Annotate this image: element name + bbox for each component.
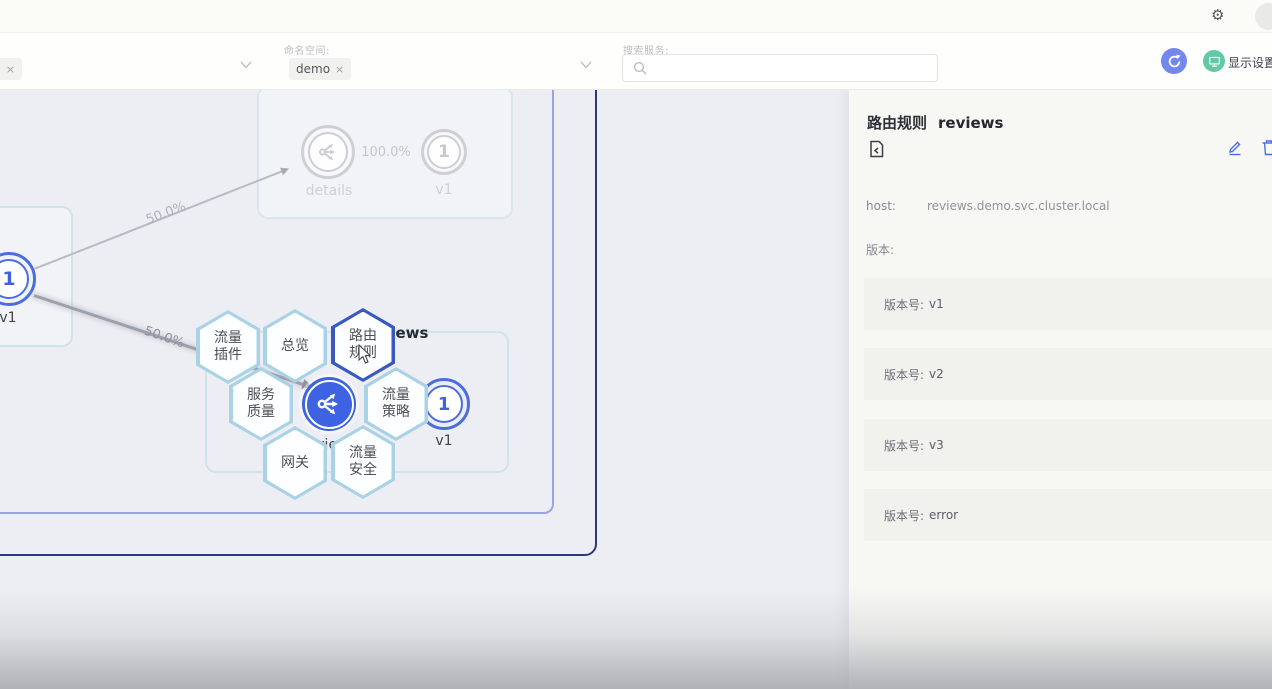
panel-service-name: reviews bbox=[938, 114, 1003, 132]
details-v1-node[interactable]: 1 bbox=[421, 129, 467, 175]
service-mesh-icon bbox=[317, 141, 339, 163]
top-bar: ⚙ bbox=[0, 0, 1272, 33]
chevron-down-icon[interactable] bbox=[580, 61, 592, 69]
namespace-tag-demo[interactable]: demo × bbox=[289, 58, 351, 80]
source-version-label: v1 bbox=[0, 310, 23, 326]
version-row-value: error bbox=[929, 508, 958, 522]
version-row: 版本号: v1 bbox=[864, 278, 1272, 330]
hex-label: 质量 bbox=[247, 404, 275, 421]
version-row-label: 版本号: bbox=[884, 296, 924, 313]
hex-label: 路由 bbox=[349, 328, 377, 345]
version-row-value: v3 bbox=[929, 438, 944, 452]
display-settings-label[interactable]: 显示设置 bbox=[1228, 54, 1272, 71]
hex-label: 策略 bbox=[382, 404, 410, 421]
versions-label: 版本: bbox=[866, 241, 894, 258]
search-input[interactable] bbox=[654, 55, 937, 81]
edit-pencil-icon[interactable] bbox=[1227, 139, 1243, 156]
cluster-select-tag[interactable]: × bbox=[0, 58, 22, 80]
yaml-document-icon[interactable] bbox=[868, 140, 885, 158]
version-row: 版本号: v3 bbox=[864, 419, 1272, 471]
app-root: ⚙ × 命名空间: demo × 搜索服务: bbox=[0, 0, 1272, 689]
details-v1-label: v1 bbox=[430, 182, 458, 198]
reviews-center-node[interactable] bbox=[302, 377, 356, 431]
search-icon bbox=[633, 61, 647, 75]
service-mesh-icon bbox=[315, 390, 343, 418]
version-row-label: 版本号: bbox=[884, 507, 924, 524]
version-row: 版本号: v2 bbox=[864, 348, 1272, 400]
cursor-pointer bbox=[358, 344, 374, 365]
version-badge: 1 bbox=[425, 385, 463, 423]
avatar[interactable] bbox=[1255, 3, 1272, 30]
hex-label: 总览 bbox=[281, 338, 309, 355]
display-settings-button[interactable] bbox=[1203, 50, 1225, 72]
panel-title: 路由规则 reviews bbox=[867, 112, 1003, 133]
monitor-icon bbox=[1208, 55, 1221, 68]
close-icon[interactable]: × bbox=[6, 63, 15, 76]
chevron-down-icon[interactable] bbox=[240, 61, 252, 69]
version-row: 版本号: error bbox=[864, 489, 1272, 541]
topology-canvas[interactable]: 100.0% 1 details v1 1 v1 50.0% 50.0% rev… bbox=[0, 90, 849, 689]
version-badge: 1 bbox=[427, 135, 461, 169]
hex-label: 流量 bbox=[349, 445, 377, 462]
details-node-label: details bbox=[298, 183, 360, 199]
close-icon[interactable]: × bbox=[335, 63, 344, 76]
version-row-label: 版本号: bbox=[884, 366, 924, 383]
details-service-node[interactable] bbox=[301, 125, 355, 179]
host-label: host: bbox=[866, 199, 896, 213]
reviews-v1-label: v1 bbox=[430, 433, 458, 449]
refresh-icon bbox=[1167, 54, 1182, 69]
panel-title-text: 路由规则 bbox=[867, 114, 927, 132]
edge-label-details: 100.0% bbox=[358, 145, 414, 160]
version-row-value: v2 bbox=[929, 367, 944, 381]
hex-label: 安全 bbox=[349, 462, 377, 479]
host-value: reviews.demo.svc.cluster.local bbox=[927, 199, 1110, 213]
refresh-button[interactable] bbox=[1161, 48, 1187, 74]
routing-rules-panel: 路由规则 reviews host: reviews.demo.svc.clust… bbox=[849, 90, 1272, 689]
filter-toolbar: × 命名空间: demo × 搜索服务: bbox=[0, 33, 1272, 90]
hex-label: 插件 bbox=[214, 347, 242, 364]
version-row-label: 版本号: bbox=[884, 437, 924, 454]
hex-label: 服务 bbox=[247, 387, 275, 404]
version-badge: 1 bbox=[0, 259, 29, 299]
hex-label: 网关 bbox=[281, 455, 309, 472]
version-row-value: v1 bbox=[929, 297, 944, 311]
hex-label: 流量 bbox=[382, 387, 410, 404]
hex-label: 流量 bbox=[214, 330, 242, 347]
search-box[interactable] bbox=[622, 54, 938, 82]
gear-icon[interactable]: ⚙ bbox=[1211, 6, 1224, 24]
delete-trash-icon[interactable] bbox=[1261, 139, 1272, 156]
namespace-label: 命名空间: bbox=[284, 42, 330, 57]
namespace-tag-text: demo bbox=[296, 62, 330, 76]
